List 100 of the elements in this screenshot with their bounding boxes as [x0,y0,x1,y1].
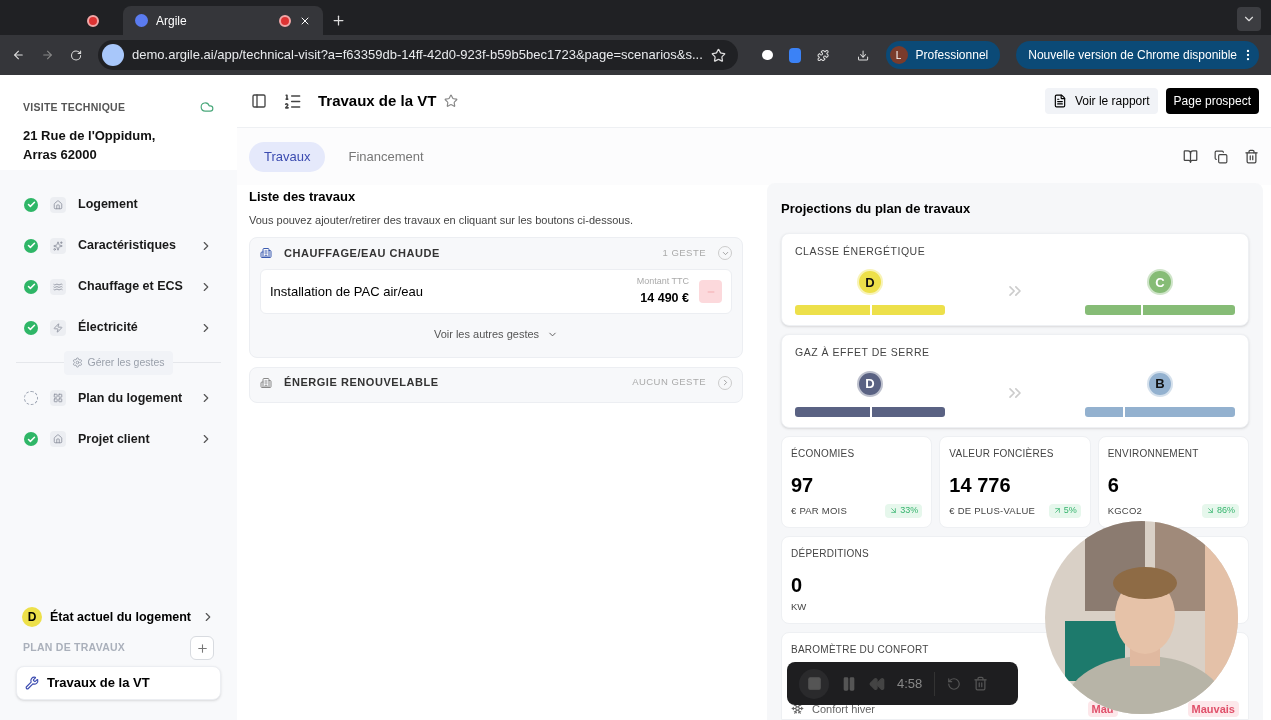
class-badge: C [1147,269,1173,296]
tools-icon [25,676,39,690]
section-icon [50,319,66,336]
document-icon [1052,94,1067,108]
tab-menu-icon[interactable] [1237,7,1261,31]
card-title: CLASSE ÉNERGÉTIQUE [795,243,927,259]
update-button[interactable]: Nouvelle version de Chrome disponible [1016,41,1259,69]
card-title: GAZ À EFFET DE SERRE [795,345,931,361]
profile-avatar: L [889,46,908,64]
card-title: ÉCONOMIES [791,446,856,461]
cloud-sync-icon [200,100,214,114]
sidebar-item[interactable]: Logement [0,184,237,225]
delete-icon[interactable] [1244,149,1259,164]
sidebar-item[interactable]: Chauffage et ECS [0,266,237,307]
sidebar-item[interactable]: Projet client [0,418,237,460]
group-title: ÉNERGIE RENOUVELABLE [284,375,440,391]
stop-icon [806,676,822,691]
item-label: Plan du logement [78,389,184,407]
favorite-icon[interactable] [444,94,459,108]
class-badge: B [1147,371,1173,397]
plan-item[interactable]: Travaux de la VT [16,666,221,700]
sidebar-item[interactable]: Plan du logement [0,377,237,419]
card-title: ENVIRONNEMENT [1107,447,1200,461]
class-badge: D [22,607,42,627]
address-bar[interactable]: demo.argile.ai/app/technical-visit?a=f63359db-14ff-42d0-923f-b59b5bec1723&page=scenarios&s... [98,40,738,70]
section-eyebrow: VISITE TECHNIQUE [23,100,126,115]
tab[interactable]: Financement [333,141,439,172]
sidebar-item[interactable]: D État actuel du logement [0,602,237,632]
stat-unit: € PAR MOIS [791,503,848,518]
new-tab-icon[interactable] [331,13,346,28]
section-icon [50,390,66,407]
section-heading: PLAN DE TRAVAUX [23,640,126,656]
recording-time: 4:58 [897,674,923,693]
panel-title: Projections du plan de travaux [781,200,972,218]
section-icon [50,237,66,254]
section-icon [50,431,66,448]
report-button[interactable]: Voir le rapport [1044,88,1158,114]
building-icon [260,376,272,389]
prospect-button[interactable]: Page prospect [1165,88,1259,114]
restart-icon[interactable] [947,676,962,691]
sidebar-item[interactable]: Électricité [0,307,237,348]
tab-title: Argile [156,12,188,30]
work-name: Installation de PAC air/eau [270,282,424,301]
stat-value: 6 [1107,473,1120,498]
arrow-down-icon [1205,506,1215,516]
section-title: Liste des travaux [249,188,357,206]
sidebar-toggle-icon[interactable] [251,93,267,109]
card-title: VALEUR FONCIÈRES [949,446,1055,461]
record-icon [87,14,99,27]
duplicate-icon[interactable] [1214,149,1228,164]
profile-button[interactable]: L Professionnel [885,41,1001,69]
site-info-icon[interactable] [102,44,125,66]
stat-unit: KGCO2 [1107,503,1143,518]
arrow-up-icon [1052,506,1062,516]
group-count: AUCUN GESTE [632,375,706,390]
site-icon [135,14,148,27]
url-text: demo.argile.ai/app/technical-visit?a=f63359db-14ff-42d0-923f-b59b5bec1723&page=scenarios&s... [132,46,703,65]
bookmark-icon[interactable] [710,47,726,63]
class-badge: D [857,269,883,296]
extension-icon[interactable] [761,50,774,60]
item-label: Travaux de la VT [47,674,150,693]
group-title: CHAUFFAGE/EAU CHAUDE [284,245,441,261]
building-icon [260,247,272,259]
reload-icon[interactable] [69,47,83,63]
stat-unit: KW [791,600,808,614]
amount-value: 14 490 € [640,289,689,307]
change-badge: 86% [1201,504,1239,518]
class-badge: D [857,371,883,397]
stat-unit: € DE PLUS-VALUE [949,503,1036,518]
more-link[interactable]: Voir les autres gestes [433,326,559,343]
card-title: DÉPERDITIONS [791,546,870,561]
amount-label: Montant TTC [636,275,689,289]
settings-icon [72,357,84,369]
card-title: BAROMÈTRE DU CONFORT [791,642,930,658]
stat-value: 14 776 [949,473,1012,498]
add-button[interactable] [190,636,214,660]
item-label: Logement [78,196,139,214]
group-count: 1 GESTE [662,245,706,260]
arrow-down-icon [889,506,899,516]
section-subtitle: Vous pouvez ajouter/retirer des travaux en cliquant sur les boutons ci-dessous. [249,212,634,228]
extensions-icon[interactable] [817,47,830,63]
section-icon [50,196,66,213]
tab[interactable]: Travaux [249,141,326,172]
browser-tab[interactable]: Argile [123,6,323,35]
sidebar-item[interactable]: Caractéristiques [0,225,237,266]
item-label: Projet client [78,430,151,448]
book-icon[interactable] [1183,149,1198,164]
change-badge: 5% [1048,504,1081,518]
page-title: Travaux de la VT [318,90,437,111]
profile-name: Professionnel [915,47,989,64]
item-label: Caractéristiques [78,237,177,255]
stat-value: 0 [791,573,804,598]
list-icon[interactable] [283,91,302,111]
rating-badge: Mauvais [1187,700,1239,717]
comfort-label: Confort hiver [812,701,876,717]
download-icon[interactable] [857,47,870,63]
change-badge: 33% [885,504,923,518]
stat-value: 97 [791,473,815,498]
record-icon [279,14,291,27]
item-label: État actuel du logement [50,608,192,626]
